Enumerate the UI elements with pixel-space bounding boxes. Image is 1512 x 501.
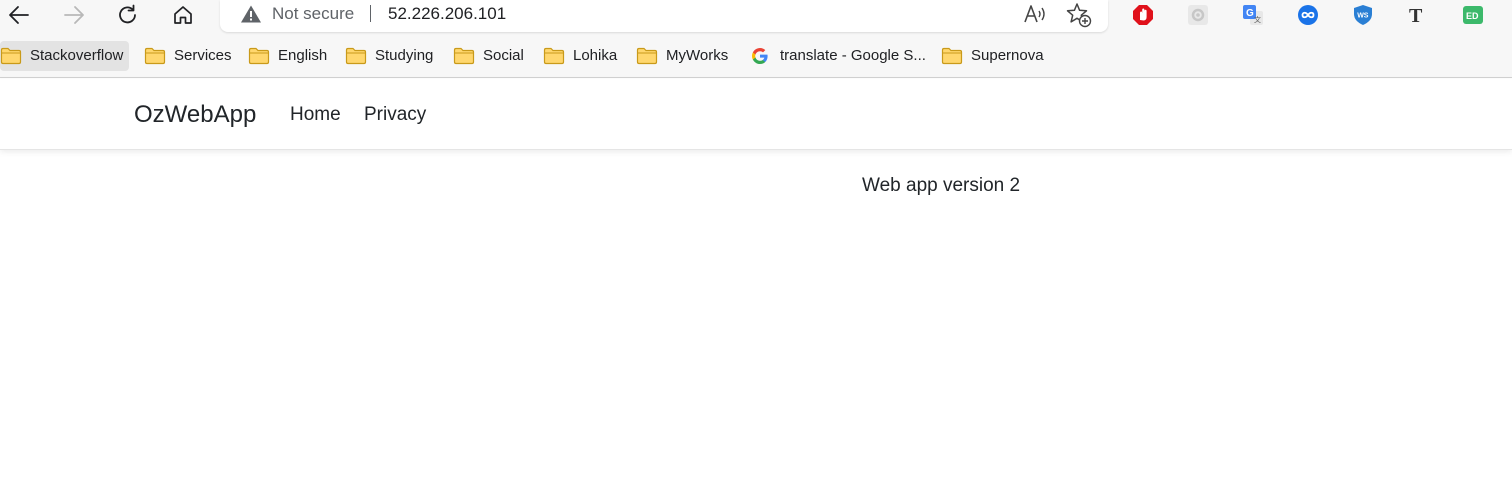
svg-text:WS: WS: [1357, 13, 1369, 20]
reload-icon: [119, 4, 136, 24]
folder-icon: [453, 47, 475, 65]
bookmark-myworks[interactable]: MyWorks: [636, 41, 734, 71]
svg-text:G: G: [1246, 8, 1254, 19]
ed-icon[interactable]: ED: [1461, 3, 1485, 27]
bookmark-label: Social: [483, 47, 524, 64]
home-button[interactable]: [166, 0, 200, 30]
bookmark-label: Supernova: [971, 47, 1044, 64]
svg-text:文: 文: [1254, 15, 1261, 24]
bookmark-google-translate[interactable]: translate - Google S...: [750, 41, 932, 71]
reload-button[interactable]: [111, 0, 145, 30]
bookmark-label: Stackoverflow: [30, 47, 124, 64]
google-g-icon: [752, 48, 768, 64]
omnibox-divider: [370, 5, 371, 22]
infinity-icon[interactable]: [1296, 3, 1320, 27]
folder-icon: [345, 47, 367, 65]
extension-gear-icon[interactable]: [1186, 3, 1210, 27]
bookmark-social[interactable]: Social: [453, 41, 530, 71]
folder-icon: [248, 47, 270, 65]
nav-link-home[interactable]: Home: [290, 104, 341, 126]
bookmark-supernova[interactable]: Supernova: [941, 41, 1050, 71]
shield-ws-icon[interactable]: WS: [1351, 3, 1375, 27]
warning-triangle-icon[interactable]: [240, 4, 262, 24]
bookmark-label: Services: [174, 47, 232, 64]
folder-icon: [0, 47, 22, 65]
read-aloud-icon[interactable]: [1023, 3, 1047, 25]
arrow-left-icon: [9, 6, 29, 24]
app-version-text: Web app version 2: [862, 175, 1021, 196]
folder-icon: [636, 47, 658, 65]
bookmark-lohika[interactable]: Lohika: [543, 41, 623, 71]
url-text[interactable]: 52.226.206.101: [388, 4, 506, 24]
bookmark-services[interactable]: Services: [144, 41, 238, 71]
bookmark-label: Lohika: [573, 47, 618, 64]
bookmarks-bar: Stackoverflow Services English Studying …: [0, 36, 1512, 78]
bookmark-label: English: [278, 47, 328, 64]
folder-icon: [144, 47, 166, 65]
bookmark-label: Studying: [375, 47, 434, 64]
back-button[interactable]: [2, 0, 36, 30]
address-bar[interactable]: Not secure 52.226.206.101: [220, 0, 1108, 32]
svg-text:ED: ED: [1466, 11, 1479, 21]
adblock-icon[interactable]: [1131, 3, 1155, 27]
browser-toolbar: Not secure 52.226.206.101 G 文 WS T ED: [0, 0, 1512, 36]
svg-text:T: T: [1409, 5, 1423, 26]
arrow-right-icon: [64, 6, 84, 24]
bookmark-stackoverflow[interactable]: Stackoverflow: [0, 41, 130, 71]
text-t-icon[interactable]: T: [1405, 3, 1429, 27]
bookmark-english[interactable]: English: [248, 41, 333, 71]
bookmark-label: translate - Google S...: [780, 47, 926, 64]
google-translate-icon[interactable]: G 文: [1241, 3, 1265, 27]
add-favorite-star-icon[interactable]: [1066, 2, 1092, 28]
bookmark-label: MyWorks: [666, 47, 729, 64]
folder-icon: [543, 47, 565, 65]
security-status-label[interactable]: Not secure: [272, 4, 354, 24]
bookmark-studying[interactable]: Studying: [345, 41, 439, 71]
forward-button[interactable]: [57, 0, 91, 30]
site-brand-link[interactable]: OzWebApp: [134, 101, 256, 129]
home-icon: [174, 6, 192, 24]
site-navbar: OzWebApp Home Privacy: [0, 79, 1512, 150]
folder-icon: [941, 47, 963, 65]
nav-link-privacy[interactable]: Privacy: [364, 104, 426, 126]
